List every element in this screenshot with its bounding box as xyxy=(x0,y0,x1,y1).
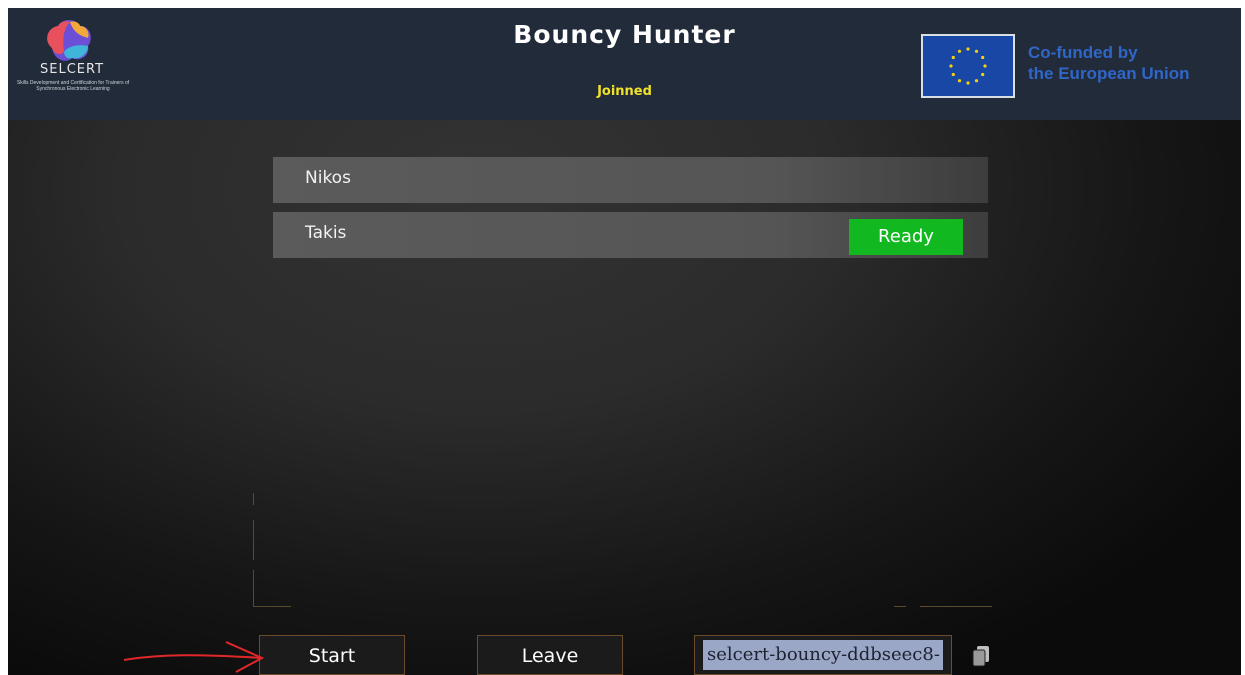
player-name: Takis xyxy=(305,223,347,243)
eu-star-icon xyxy=(974,79,979,83)
eu-star-icon xyxy=(974,49,979,53)
eu-star-icon xyxy=(957,79,962,83)
start-button[interactable]: Start xyxy=(259,635,405,675)
player-row-nikos: Nikos xyxy=(273,157,988,203)
eu-star-icon xyxy=(981,72,985,77)
lobby-status: Joinned xyxy=(597,84,652,99)
player-row-takis: Takis Ready xyxy=(273,212,988,258)
header-bar: SELCERT Skills Development and Certifica… xyxy=(8,8,1241,120)
eu-star-icon xyxy=(957,49,962,53)
ready-badge: Ready xyxy=(849,219,963,255)
frame-corner-decoration xyxy=(894,606,906,607)
eu-star-icon xyxy=(966,81,970,85)
copy-icon[interactable] xyxy=(972,645,990,667)
player-name: Nikos xyxy=(305,168,351,188)
eu-star-icon xyxy=(949,64,953,68)
room-code-field[interactable]: selcert-bouncy-ddbseec8- xyxy=(694,635,952,675)
eu-text-line1: Co-funded by xyxy=(1028,43,1138,62)
frame-corner-decoration xyxy=(253,570,254,606)
frame-corner-decoration xyxy=(253,493,254,505)
eu-star-icon xyxy=(951,72,955,77)
eu-star-icon xyxy=(983,64,987,68)
game-window: SELCERT Skills Development and Certifica… xyxy=(8,8,1241,675)
frame-corner-decoration xyxy=(253,606,291,607)
eu-flag-icon xyxy=(921,34,1015,98)
eu-star-icon xyxy=(981,55,985,60)
leave-button[interactable]: Leave xyxy=(477,635,623,675)
logo-wordmark: SELCERT xyxy=(39,62,105,77)
frame-corner-decoration xyxy=(253,520,254,560)
eu-text-line2: the European Union xyxy=(1028,64,1190,83)
eu-star-icon xyxy=(951,55,955,60)
eu-funding-text: Co-funded by the European Union xyxy=(1028,42,1238,84)
eu-star-icon xyxy=(966,47,970,51)
room-code-text[interactable]: selcert-bouncy-ddbseec8- xyxy=(703,640,943,670)
frame-corner-decoration xyxy=(920,606,992,607)
